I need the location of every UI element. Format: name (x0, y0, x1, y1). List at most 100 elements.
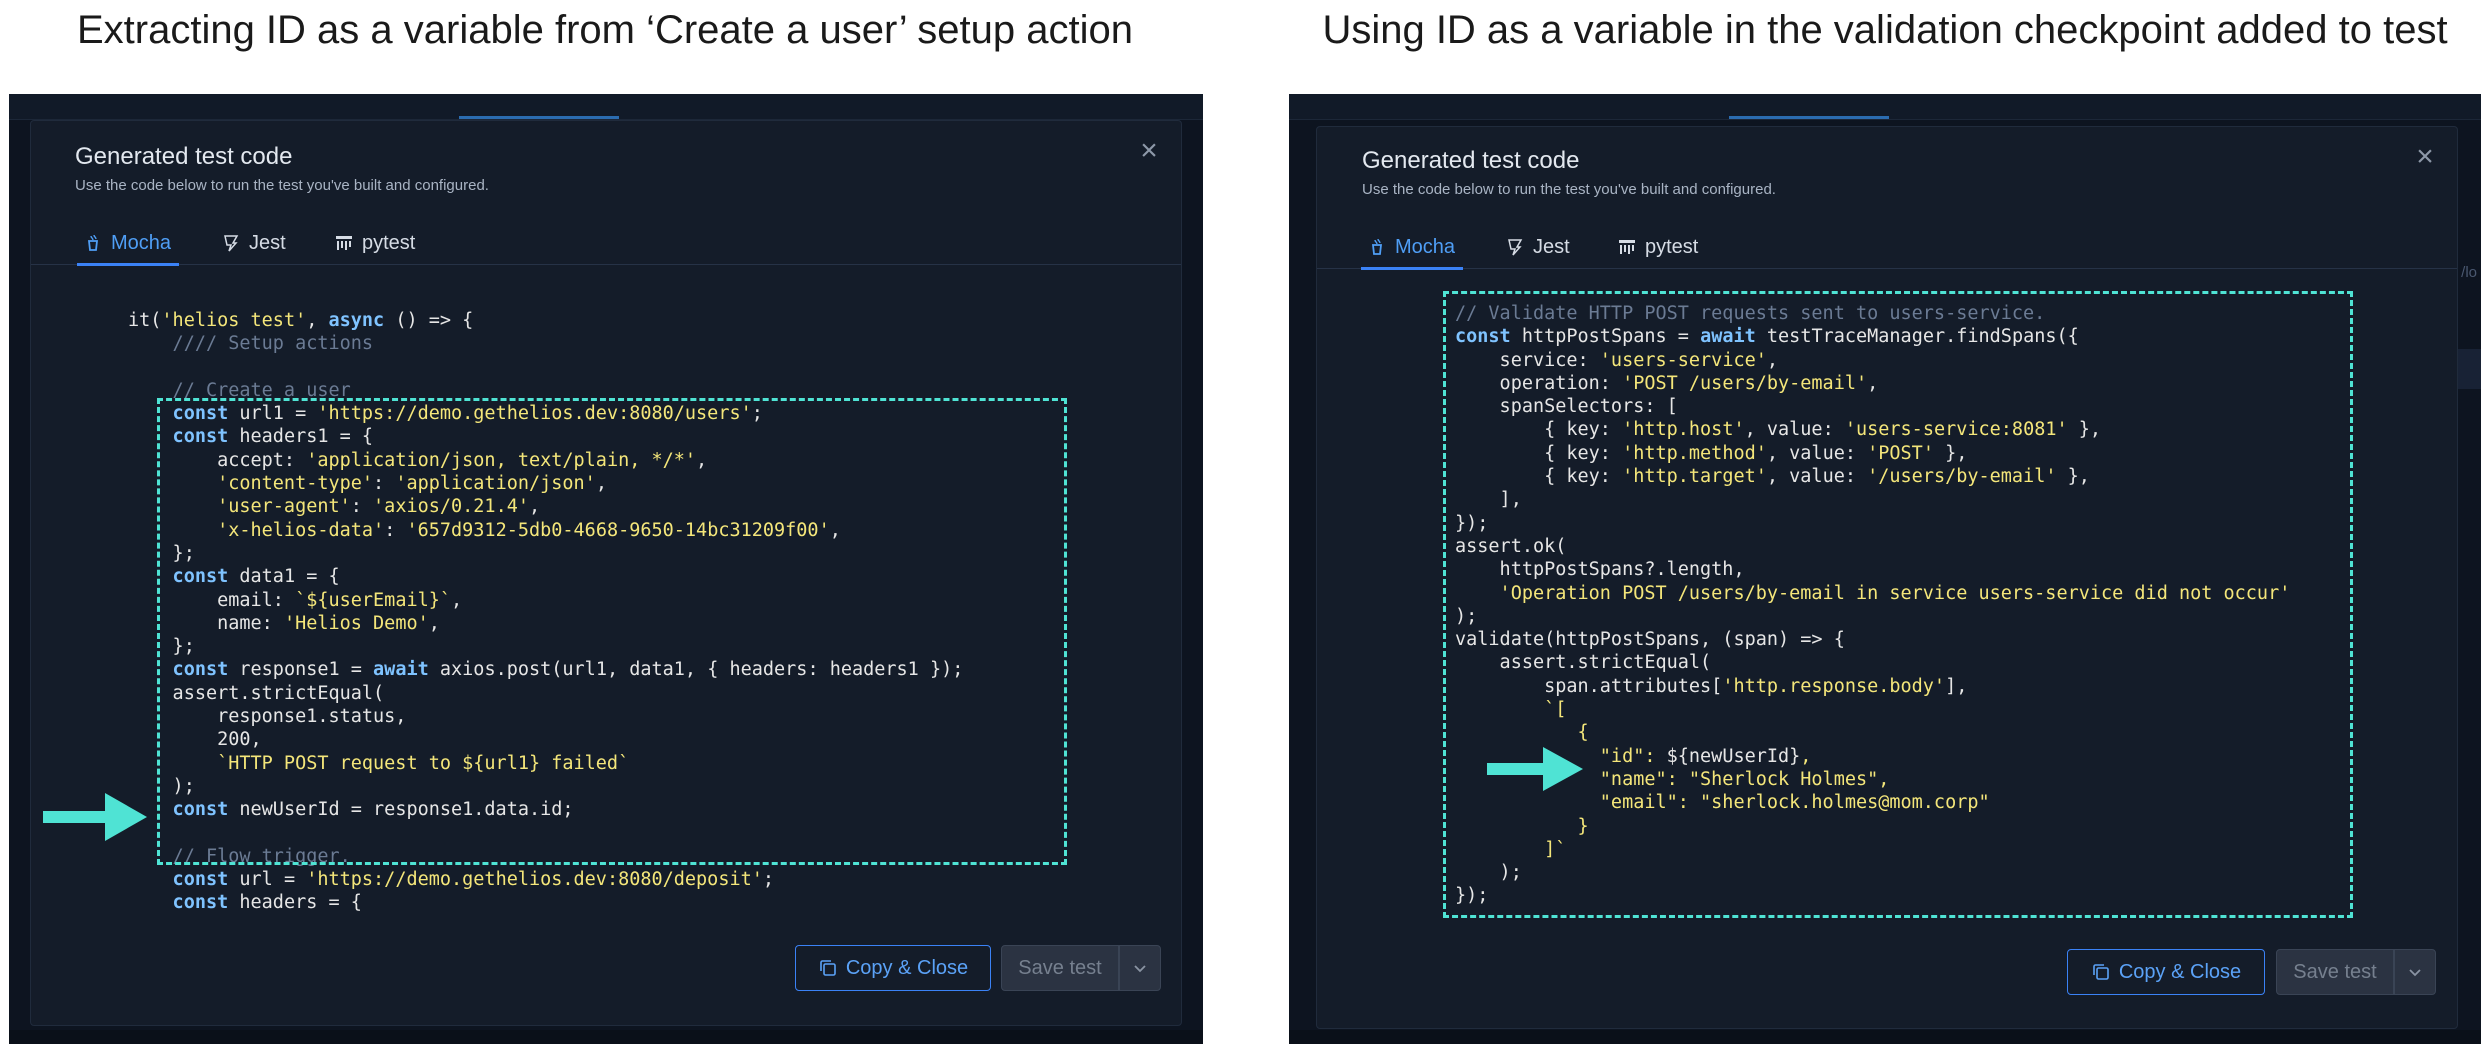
code-token: ); (1455, 862, 1522, 884)
app-footer-backdrop (9, 1030, 1203, 1044)
code-line: ); (128, 775, 963, 798)
save-options-button[interactable] (2394, 949, 2436, 995)
copy-close-button[interactable]: Copy & Close (2067, 949, 2265, 995)
code-token: } (1455, 815, 1589, 837)
app-header-backdrop (9, 94, 1203, 120)
screenshot-left: Generated test code Use the code below t… (9, 94, 1203, 1044)
code-line: { key: 'http.host', value: 'users-servic… (1455, 418, 2290, 441)
code-line: } (1455, 815, 2290, 838)
code-line: name: 'Helios Demo', (128, 612, 963, 635)
code-token: `${userEmail}` (295, 589, 452, 611)
tab-mocha[interactable]: Mocha (1360, 225, 1464, 270)
code-token: , (451, 589, 463, 611)
save-options-button[interactable] (1119, 945, 1161, 991)
code-token: }); (1455, 512, 1489, 534)
tab-jest[interactable]: Jest (221, 221, 286, 265)
code-line: { (1455, 721, 2290, 744)
code-token: , (1800, 745, 1812, 767)
jest-icon (224, 235, 239, 252)
code-token: , value: (1744, 419, 1845, 441)
code-token: ; (762, 869, 775, 891)
copy-close-button[interactable]: Copy & Close (795, 945, 991, 991)
code-line: const url = 'https://demo.gethelios.dev:… (128, 868, 963, 891)
app-header-backdrop-right (1289, 94, 2481, 120)
code-token: response1 = (228, 659, 374, 681)
code-token: 'helios test' (161, 310, 307, 331)
code-line: validate(httpPostSpans, (span) => { (1455, 628, 2290, 651)
code-line: assert.strictEqual( (1455, 651, 2290, 674)
code-token: const (128, 892, 229, 914)
close-icon[interactable]: × (2411, 142, 2439, 172)
code-token: 'axios/0.21.4' (373, 496, 529, 518)
code-token: 'https://demo.gethelios.dev:8080/deposit… (306, 869, 763, 891)
code-token: 200, (128, 729, 262, 751)
code-line: const headers1 = { (128, 425, 963, 448)
code-token: const (128, 403, 229, 425)
code-token: 'POST' (1867, 442, 1934, 464)
screenshot-right: /lo Generated test code Use the code bel… (1289, 94, 2481, 1044)
code-line: const response1 = await axios.post(url1,… (128, 658, 964, 681)
code-token: { key: (1455, 442, 1623, 464)
pytest-icon (336, 236, 352, 250)
code-token: headers1 = { (228, 426, 374, 448)
code-token: 'http.method' (1622, 442, 1767, 464)
code-line: 'x-helios-data': '657d9312-5db0-4668-965… (128, 519, 963, 542)
save-test-button[interactable]: Save test (2276, 949, 2394, 995)
code-token: , (696, 449, 708, 471)
tab-mocha[interactable]: Mocha (76, 221, 180, 266)
close-icon[interactable]: × (1135, 136, 1163, 166)
code-token: 'Operation POST /users/by-email in servi… (1455, 582, 2291, 604)
code-token: }; (128, 636, 195, 658)
code-token: //// Setup actions (128, 333, 374, 355)
code-token: { key: (1455, 466, 1623, 488)
copy-close-label: Copy & Close (845, 956, 969, 979)
code-line: accept: 'application/json, text/plain, *… (128, 449, 963, 472)
code-token: ; (751, 403, 763, 425)
code-token: , (595, 473, 607, 495)
code-line: spanSelectors: [ (1455, 395, 2290, 418)
code-line: httpPostSpans?.length, (1455, 558, 2290, 581)
code-line: const data1 = { (128, 565, 963, 588)
code-line: ); (1455, 861, 2290, 884)
code-token: , (1867, 372, 1879, 394)
save-test-label: Save test (1018, 956, 1102, 979)
mocha-icon (87, 234, 99, 251)
code-line: 'Operation POST /users/by-email in servi… (1455, 582, 2291, 605)
tab-pytest-label: pytest (1645, 235, 1699, 258)
code-token: const (1455, 326, 1511, 348)
code-token: }; (128, 542, 195, 564)
code-line: 200, (128, 728, 963, 751)
tab-mocha-label: Mocha (1395, 235, 1456, 258)
modal-title-right: Generated test code (1362, 147, 1580, 174)
code-token: { key: (1455, 419, 1623, 441)
arrow-left (43, 793, 147, 841)
code-line: }; (128, 542, 963, 565)
code-token: const (128, 426, 229, 448)
save-test-button[interactable]: Save test (1001, 945, 1119, 991)
code-line: const headers = { (128, 891, 963, 914)
caption-right: Using ID as a variable in the validation… (1322, 8, 2448, 52)
code-token: 'users-service' (1599, 349, 1767, 371)
code-token: ); (1455, 605, 1478, 627)
code-token: }, (1933, 442, 1968, 464)
code-token: assert.ok( (1455, 535, 1567, 557)
tab-pytest[interactable]: pytest (334, 221, 415, 265)
code-line: assert.strictEqual( (128, 682, 963, 705)
code-token: 'https://demo.gethelios.dev:8080/users' (317, 403, 752, 425)
code-token: async (328, 310, 385, 331)
tab-jest[interactable]: Jest (1505, 225, 1570, 269)
tab-mocha-label: Mocha (111, 231, 172, 254)
code-token: : (373, 473, 396, 495)
jest-icon (1508, 239, 1523, 256)
code-token: , (528, 496, 541, 518)
code-token: 'http.target' (1622, 466, 1767, 488)
code-token: data1 = { (228, 566, 340, 588)
code-token: , (829, 519, 841, 541)
code-line: operation: 'POST /users/by-email', (1455, 372, 2290, 395)
code-token: 'users-service:8081' (1844, 419, 2068, 441)
code-token: service: (1455, 349, 1600, 371)
tab-pytest[interactable]: pytest (1617, 225, 1698, 269)
code-token: ]` (1455, 838, 1567, 860)
generated-code-modal-right: Generated test code Use the code below t… (1316, 126, 2458, 1029)
